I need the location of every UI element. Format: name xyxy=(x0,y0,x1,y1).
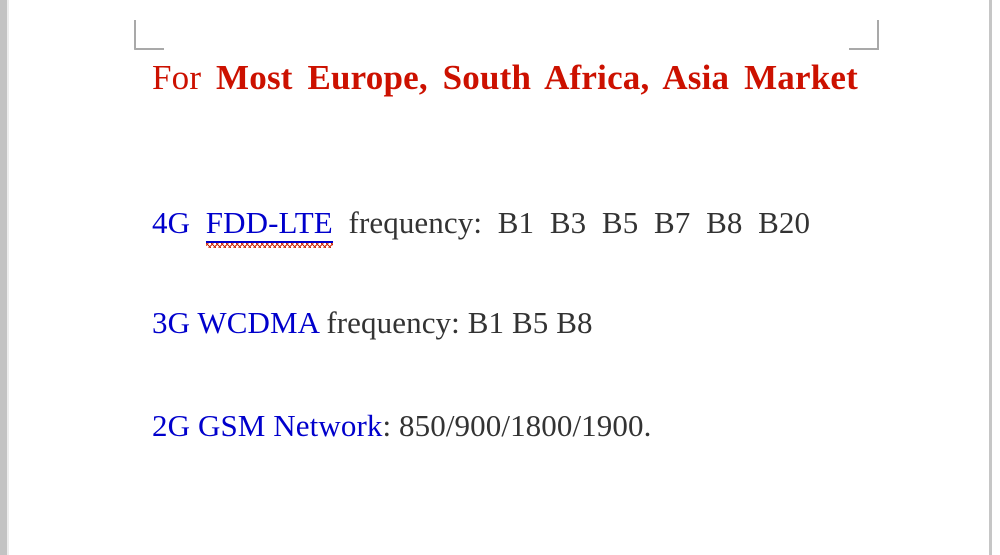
spec-gap-4g-b xyxy=(333,205,349,240)
spec-standard-4g[interactable]: FDD-LTE xyxy=(205,205,333,243)
spec-standard-3g: WCDMA xyxy=(197,305,319,340)
document-page: For Most Europe, South Africa, Asia Mark… xyxy=(0,0,1000,555)
spec-gap-2g-b xyxy=(391,408,399,443)
spec-gap-4g-a xyxy=(190,205,206,240)
spec-bands-4g: B1 B3 B5 B7 B8 B20 xyxy=(497,205,811,240)
spec-bands-2g: 850/900/1800/1900. xyxy=(399,408,652,443)
page-left-edge xyxy=(0,0,7,555)
document-heading: For Most Europe, South Africa, Asia Mark… xyxy=(152,52,858,154)
spec-tech-label-3g: 3G xyxy=(152,305,191,340)
heading-bold-text: Most Europe, South Africa, Asia Market xyxy=(216,58,858,97)
spec-line-2g: 2G GSM Network: 850/900/1800/1900. xyxy=(152,401,858,451)
margin-crop-mark-top-right xyxy=(849,20,879,50)
spec-gap-4g-c xyxy=(482,205,498,240)
spec-line-4g: 4G FDD-LTE frequency: B1 B3 B5 B7 B8 B20 xyxy=(152,198,858,248)
spec-gap-3g-c xyxy=(460,305,468,340)
heading-lead-word: For xyxy=(152,58,202,97)
spec-line-3g: 3G WCDMA frequency: B1 B5 B8 xyxy=(152,298,858,348)
heading-space xyxy=(201,58,216,97)
document-body[interactable]: For Most Europe, South Africa, Asia Mark… xyxy=(152,52,858,451)
spec-standard-2g: GSM Network xyxy=(197,408,383,443)
spec-frequency-label-2g: : xyxy=(382,408,392,443)
spec-bands-3g: B1 B5 B8 xyxy=(467,305,593,340)
page-left-highlight xyxy=(7,0,9,555)
spec-frequency-label-4g: frequency: xyxy=(348,205,483,240)
spec-tech-label-4g: 4G xyxy=(152,205,191,240)
page-right-edge xyxy=(989,0,992,555)
spec-tech-label-2g: 2G xyxy=(152,408,191,443)
spec-frequency-label-3g: frequency: xyxy=(326,305,460,340)
spec-gap-2g-a xyxy=(190,408,198,443)
margin-crop-mark-top-left xyxy=(134,20,164,50)
